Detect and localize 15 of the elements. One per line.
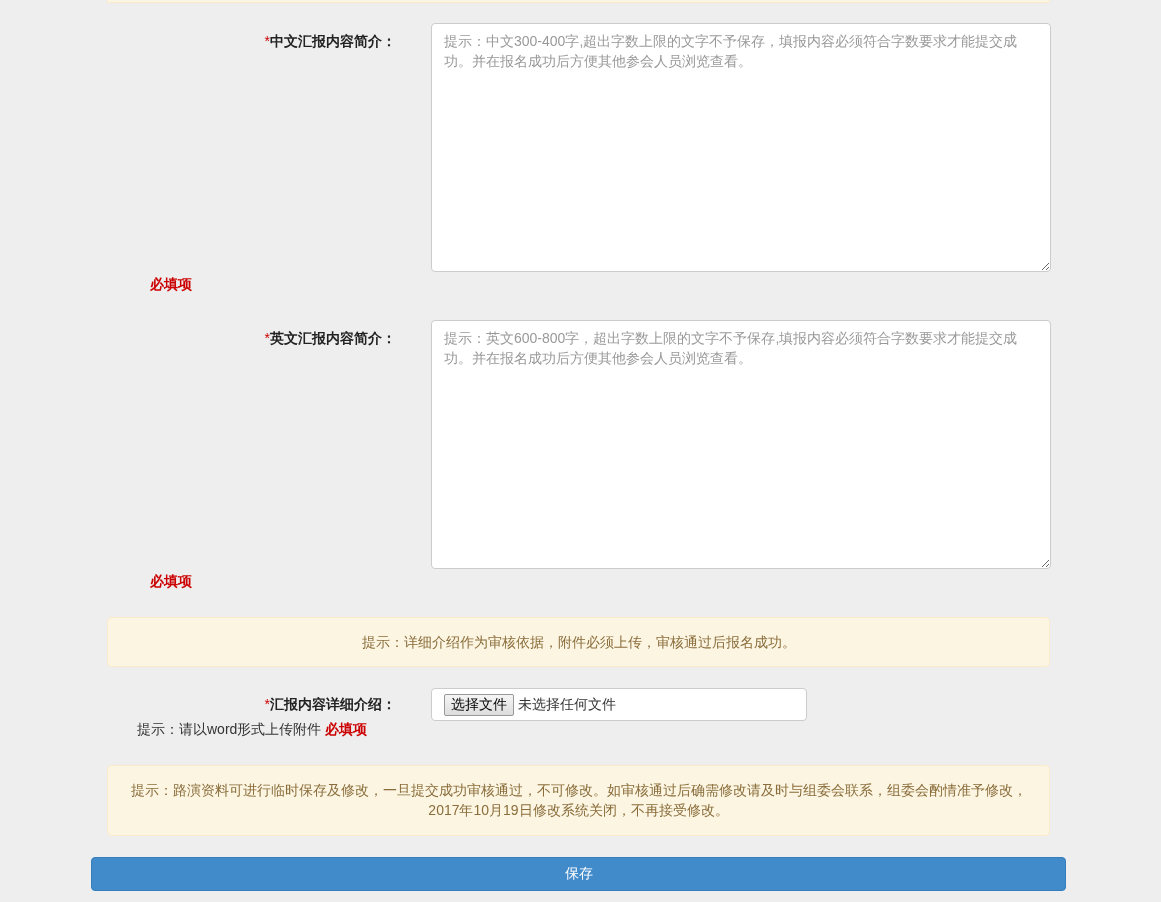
text-area[interactable]: 提示：中文300-400字,超出字数上限的文字不予保存，填报内容必须符合字数要求才能提交成功。并在报名成功后方便其他参会人员浏览查看。 bbox=[431, 23, 1051, 272]
choose-file-button[interactable]: 选择文件 bbox=[444, 693, 514, 716]
notice-box: 提示：路演资料可进行临时保存及修改，一旦提交成功审核通过，不可修改。如审核通过后确需修改请及时与组委会联系，组委会酌情准予修改，2017年10月19日修改系统关闭，不再接受修改。 bbox=[107, 765, 1050, 836]
file-input[interactable]: 选择文件 未选择任何文件 bbox=[431, 688, 807, 721]
save-button[interactable]: 保存 bbox=[91, 857, 1066, 891]
text-area[interactable]: 提示：英文600-800字，超出字数上限的文字不予保存,填报内容必须符合字数要求才能提交成功。并在报名成功后方便其他参会人员浏览查看。 bbox=[431, 320, 1051, 569]
field-label: *汇报内容详细介绍： bbox=[263, 695, 396, 714]
file-status: 未选择任何文件 bbox=[518, 695, 616, 714]
hint-text: 提示：请以word形式上传附件 bbox=[137, 721, 322, 739]
notice-box: 提示：详细介绍作为审核依据，附件必须上传，审核通过后报名成功。 bbox=[107, 617, 1050, 667]
field-label: *英文汇报内容简介： bbox=[263, 329, 396, 348]
required-note: 必填项 bbox=[150, 276, 193, 294]
required-note: 必填项 bbox=[150, 573, 193, 591]
required-note: 必填项 bbox=[325, 721, 368, 739]
field-label: *中文汇报内容简介： bbox=[263, 32, 396, 51]
